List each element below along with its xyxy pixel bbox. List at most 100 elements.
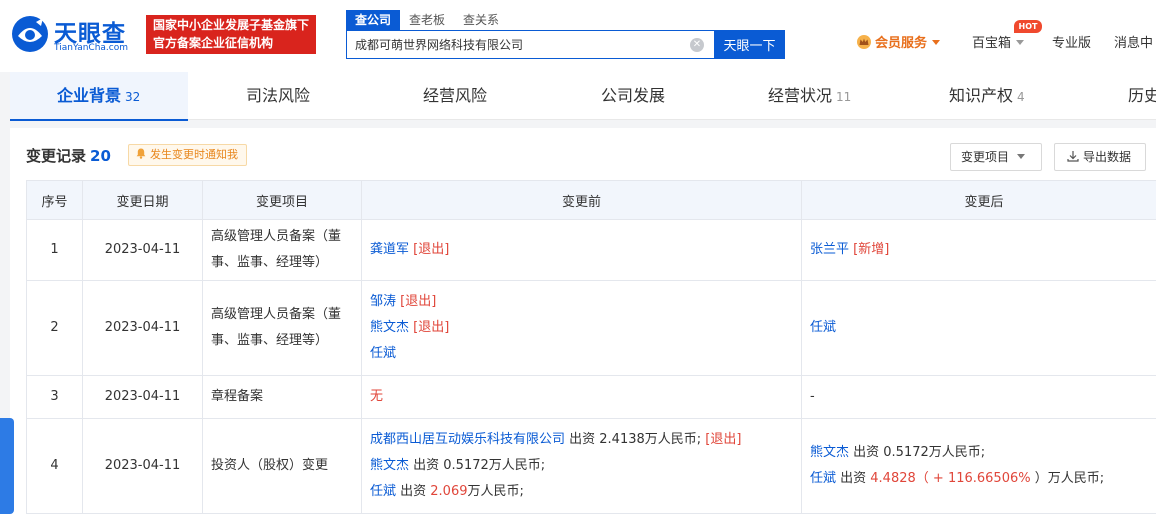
exit-tag: [退出] xyxy=(705,432,742,447)
tab-count: 11 xyxy=(836,90,852,104)
tab-label: 历史 xyxy=(1128,86,1156,105)
investor-link[interactable]: 任斌 xyxy=(370,484,396,499)
investor-link[interactable]: 任斌 xyxy=(810,471,836,486)
cell-index: 3 xyxy=(26,375,83,419)
tab-company-development[interactable]: 公司发展 xyxy=(601,72,665,119)
member-service-label: 会员服务 xyxy=(875,36,928,51)
empty-value: 无 xyxy=(370,389,384,404)
tab-label: 企业背景 xyxy=(57,86,122,105)
exit-tag: [退出] xyxy=(413,242,450,257)
investor-entry: 任斌 出资 4.4828（ + 116.66506% ）万人民币; xyxy=(810,466,1156,492)
change-item-filter-dropdown[interactable]: 变更项目 xyxy=(950,143,1042,171)
cell-item: 高级管理人员备案（董事、监事、经理等） xyxy=(202,280,362,376)
download-icon xyxy=(1067,151,1079,162)
new-tag: [新增] xyxy=(853,242,890,257)
tab-history[interactable]: 历史 xyxy=(1128,72,1156,119)
cell-index: 1 xyxy=(26,219,83,281)
tab-enterprise-background[interactable]: 企业背景 32 xyxy=(57,72,140,119)
site-logo[interactable]: 天眼查 TianYanCha.com xyxy=(10,12,136,56)
toolbox-menu[interactable]: 百宝箱 xyxy=(972,34,1025,54)
side-float-tab[interactable] xyxy=(0,418,14,514)
cell-after: 张兰平 [新增] xyxy=(801,219,1156,281)
tab-label: 经营风险 xyxy=(423,86,488,105)
invest-amount: 2.069 xyxy=(430,484,468,499)
message-center-link[interactable]: 消息中 xyxy=(1114,34,1153,54)
search-tab-boss[interactable]: 查老板 xyxy=(400,10,454,30)
cell-index: 2 xyxy=(26,280,83,376)
tab-label: 司法风险 xyxy=(246,86,311,105)
clear-icon[interactable]: ✕ xyxy=(690,38,704,52)
top-header: 天眼查 TianYanCha.com 国家中小企业发展子基金旗下 官方备案企业征… xyxy=(0,0,1156,72)
table-row: 1 2023-04-11 高级管理人员备案（董事、监事、经理等） 龚道军 [退出… xyxy=(26,219,1156,281)
investor-link[interactable]: 熊文杰 xyxy=(370,458,409,473)
invest-change: （ + 116.66506% xyxy=(915,471,1035,486)
col-header-before: 变更前 xyxy=(361,180,802,220)
table-row: 4 2023-04-11 投资人（股权）变更 成都西山居互动娱乐科技有限公司 出… xyxy=(26,418,1156,514)
member-service-menu[interactable]: 会员服务 xyxy=(856,34,941,54)
toolbox-label: 百宝箱 xyxy=(972,36,1012,51)
cell-before: 无 xyxy=(361,375,802,419)
person-entry: 张兰平 [新增] xyxy=(810,237,1156,263)
search-tab-relation[interactable]: 查关系 xyxy=(454,10,508,30)
cell-before: 邹涛 [退出] 熊文杰 [退出] 任斌 xyxy=(361,280,802,376)
hot-badge: HOT xyxy=(1014,20,1042,33)
tab-intellectual-property[interactable]: 知识产权 4 xyxy=(949,72,1025,119)
cell-item: 高级管理人员备案（董事、监事、经理等） xyxy=(202,219,362,281)
cell-after: 任斌 xyxy=(801,280,1156,376)
person-entry: 龚道军 [退出] xyxy=(370,237,793,263)
search-tab-company[interactable]: 查公司 xyxy=(346,10,401,30)
invest-unit: ）万人民币; xyxy=(1034,471,1105,486)
investor-entry: 任斌 出资 2.069万人民币; xyxy=(370,479,793,505)
person-link[interactable]: 邹涛 xyxy=(370,294,396,309)
search-input[interactable] xyxy=(347,31,677,58)
person-link[interactable]: 龚道军 xyxy=(370,242,409,257)
search-box: ✕ xyxy=(346,30,714,59)
cell-before: 龚道军 [退出] xyxy=(361,219,802,281)
col-header-date: 变更日期 xyxy=(82,180,203,220)
invest-prefix: 出资 xyxy=(409,458,444,473)
person-link[interactable]: 任斌 xyxy=(810,320,836,335)
cell-date: 2023-04-11 xyxy=(82,219,203,281)
investor-link[interactable]: 成都西山居互动娱乐科技有限公司 xyxy=(370,432,565,447)
invest-prefix: 出资 xyxy=(396,484,431,499)
invest-unit: 万人民币; xyxy=(928,445,986,460)
tab-label: 经营状况 xyxy=(768,86,833,105)
tab-operating-risk[interactable]: 经营风险 xyxy=(423,72,487,119)
filter-label: 变更项目 xyxy=(961,150,1010,164)
invest-amount: 0.5172 xyxy=(443,458,489,473)
section-title-text: 变更记录 xyxy=(26,147,87,165)
cell-item: 投资人（股权）变更 xyxy=(202,418,362,514)
tab-operating-status[interactable]: 经营状况 11 xyxy=(768,72,851,119)
notify-on-change-button[interactable]: 发生变更时通知我 xyxy=(128,144,247,166)
table-row: 3 2023-04-11 章程备案 无 - xyxy=(26,375,1156,419)
export-label: 导出数据 xyxy=(1083,150,1132,164)
person-link[interactable]: 任斌 xyxy=(370,346,396,361)
chevron-down-icon xyxy=(932,40,941,45)
invest-unit: 万人民币; xyxy=(488,458,546,473)
cell-date: 2023-04-11 xyxy=(82,375,203,419)
cell-after: - xyxy=(801,375,1156,419)
pro-version-link[interactable]: 专业版 xyxy=(1052,34,1091,54)
cell-index: 4 xyxy=(26,418,83,514)
export-data-button[interactable]: 导出数据 xyxy=(1054,143,1146,171)
cell-item: 章程备案 xyxy=(202,375,362,419)
person-entry: 任斌 xyxy=(810,315,1156,341)
person-link[interactable]: 张兰平 xyxy=(810,242,849,257)
logo-domain: TianYanCha.com xyxy=(54,43,129,53)
cell-date: 2023-04-11 xyxy=(82,418,203,514)
tab-judicial-risk[interactable]: 司法风险 xyxy=(246,72,310,119)
exit-tag: [退出] xyxy=(400,294,437,309)
slogan-line-1: 国家中小企业发展子基金旗下 xyxy=(153,18,310,32)
invest-unit: 万人民币; xyxy=(644,432,706,447)
chevron-down-icon xyxy=(1017,154,1026,159)
invest-amount: 2.4138 xyxy=(599,432,645,447)
table-row: 2 2023-04-11 高级管理人员备案（董事、监事、经理等） 邹涛 [退出]… xyxy=(26,280,1156,376)
investor-link[interactable]: 熊文杰 xyxy=(810,445,849,460)
cell-after: 熊文杰 出资 0.5172万人民币; 任斌 出资 4.4828（ + 116.6… xyxy=(801,418,1156,514)
invest-amount: 0.5172 xyxy=(883,445,929,460)
bell-icon xyxy=(136,148,146,159)
search-type-tabs: 查公司 查老板 查关系 xyxy=(346,10,508,30)
person-link[interactable]: 熊文杰 xyxy=(370,320,409,335)
chevron-down-icon xyxy=(1016,40,1025,45)
search-button[interactable]: 天眼一下 xyxy=(714,30,785,59)
